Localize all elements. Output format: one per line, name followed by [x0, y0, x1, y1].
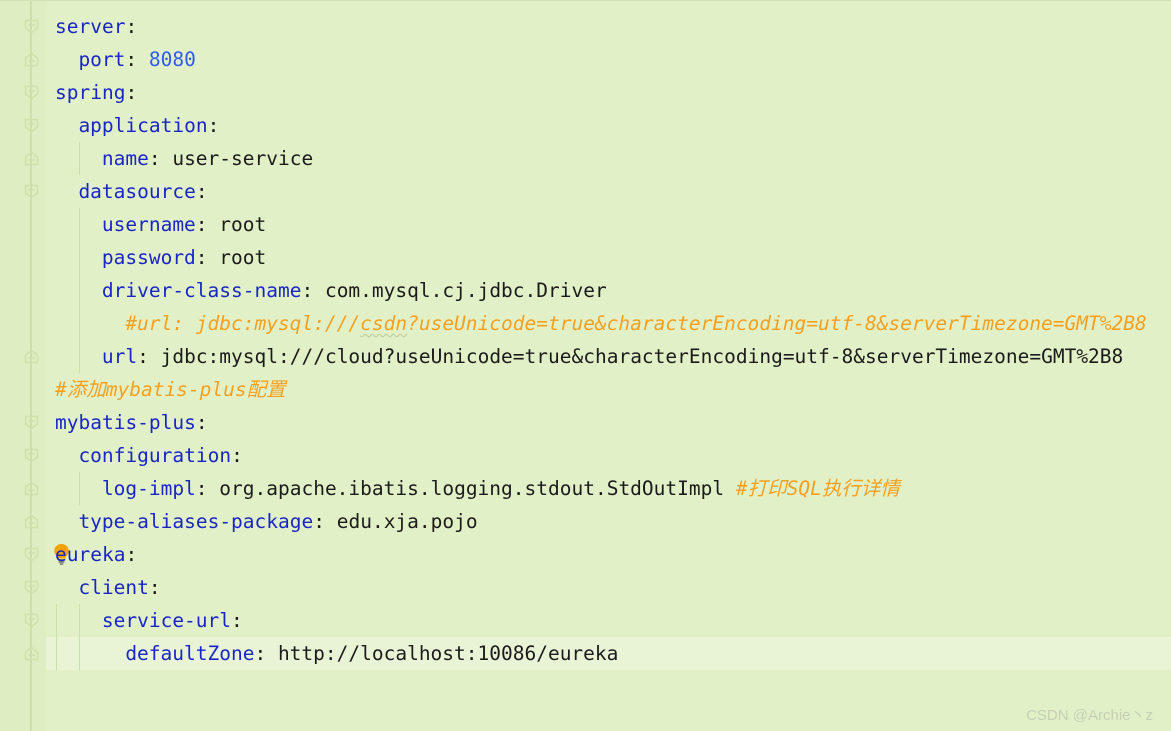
yaml-key: driver-class-name: [101, 279, 302, 302]
code-line[interactable]: eureka:: [55, 538, 137, 571]
code-line[interactable]: configuration:: [78, 439, 242, 472]
yaml-key: name: [101, 147, 149, 170]
editor-gutter[interactable]: [0, 1, 69, 731]
indent-guide: [79, 142, 81, 175]
yaml-key: configuration: [78, 444, 232, 467]
code-line[interactable]: password: root: [102, 241, 266, 274]
fold-collapse-icon[interactable]: [24, 448, 39, 463]
yaml-editor[interactable]: server: port: 8080 spring: application: name…: [0, 0, 1171, 731]
code-content[interactable]: server: port: 8080 spring: application: name…: [46, 1, 1171, 731]
yaml-separator: :: [148, 576, 161, 599]
yaml-key: spring: [55, 81, 126, 104]
yaml-separator: :: [125, 48, 149, 71]
yaml-separator: :: [301, 279, 325, 302]
yaml-separator: :: [254, 642, 278, 665]
yaml-key: url: [101, 345, 138, 368]
yaml-separator: :: [231, 609, 243, 632]
yaml-separator: :: [195, 213, 220, 236]
yaml-separator: :: [195, 180, 208, 203]
code-line[interactable]: mybatis-plus:: [55, 406, 208, 439]
code-line[interactable]: username: root: [102, 208, 266, 241]
code-line[interactable]: service-url:: [102, 604, 243, 637]
fold-collapse-icon[interactable]: [24, 184, 39, 199]
fold-end-icon[interactable]: [24, 481, 39, 496]
yaml-separator: :: [137, 345, 161, 368]
fold-end-icon[interactable]: [24, 514, 39, 529]
code-line[interactable]: driver-class-name: com.mysql.cj.jdbc.Dri…: [102, 274, 607, 307]
yaml-separator: :: [313, 510, 337, 533]
fold-end-icon[interactable]: [24, 52, 39, 67]
fold-collapse-icon[interactable]: [24, 415, 39, 430]
fold-end-icon[interactable]: [24, 349, 39, 364]
fold-collapse-icon[interactable]: [24, 118, 39, 133]
fold-collapse-icon[interactable]: [24, 19, 39, 34]
yaml-separator: :: [125, 15, 138, 38]
fold-end-icon[interactable]: [24, 646, 39, 661]
yaml-value: org.apache.ibatis.logging.stdout.StdOutI…: [219, 477, 725, 500]
yaml-value: com.mysql.cj.jdbc.Driver: [324, 279, 607, 302]
fold-collapse-icon[interactable]: [24, 613, 39, 628]
yaml-key: mybatis-plus: [55, 411, 196, 434]
code-line[interactable]: datasource:: [78, 175, 207, 208]
yaml-separator: :: [195, 411, 208, 434]
code-line[interactable]: client:: [78, 571, 160, 604]
code-line[interactable]: name: user-service: [102, 142, 313, 175]
indent-guide: [79, 208, 81, 373]
code-line[interactable]: application:: [78, 109, 219, 142]
comment-text: #url: jdbc:mysql:///csdn?useUnicode=true…: [125, 312, 1147, 335]
indent-guide: [79, 472, 81, 505]
yaml-value: root: [219, 213, 267, 236]
watermark: CSDN @Archie丶z: [1026, 707, 1153, 724]
comment-text: #添加mybatis-plus配置: [55, 378, 286, 401]
yaml-key: client: [78, 576, 149, 599]
yaml-separator: :: [231, 444, 243, 467]
fold-collapse-icon[interactable]: [24, 580, 39, 595]
spellcheck-typo: csdn: [360, 312, 408, 335]
yaml-separator: :: [125, 543, 138, 566]
yaml-value: jdbc:mysql:///cloud?useUnicode=true&char…: [160, 345, 1124, 368]
yaml-separator: :: [125, 81, 138, 104]
fold-collapse-icon[interactable]: [24, 85, 39, 100]
yaml-key: defaultZone: [125, 642, 255, 665]
code-line[interactable]: #添加mybatis-plus配置: [55, 373, 286, 406]
indent-guide: [56, 604, 57, 670]
code-line[interactable]: log-impl: org.apache.ibatis.logging.stdo…: [102, 472, 900, 505]
yaml-key: server: [55, 15, 126, 38]
code-line[interactable]: type-aliases-package: edu.xja.pojo: [78, 505, 477, 538]
yaml-key: username: [101, 213, 196, 236]
yaml-key: port: [78, 48, 126, 71]
indent-guide: [79, 604, 81, 670]
yaml-value: user-service: [172, 147, 314, 170]
yaml-key: datasource: [78, 180, 196, 203]
yaml-value: edu.xja.pojo: [336, 510, 478, 533]
yaml-key: eureka: [55, 543, 126, 566]
yaml-value: root: [219, 246, 267, 269]
yaml-separator: :: [195, 246, 220, 269]
code-line[interactable]: url: jdbc:mysql:///cloud?useUnicode=true…: [102, 340, 1123, 373]
yaml-value: http://localhost:10086/eureka: [277, 642, 619, 665]
fold-end-icon[interactable]: [24, 151, 39, 166]
fold-collapse-icon[interactable]: [24, 547, 39, 562]
yaml-separator: :: [207, 114, 220, 137]
code-line[interactable]: port: 8080: [78, 43, 195, 76]
yaml-key: log-impl: [101, 477, 196, 500]
code-line[interactable]: server:: [55, 10, 137, 43]
trailing-comment: #打印SQL执行详情: [735, 477, 900, 500]
yaml-key: service-url: [101, 609, 232, 632]
yaml-key: application: [78, 114, 208, 137]
code-line[interactable]: spring:: [55, 76, 137, 109]
yaml-separator: :: [148, 147, 173, 170]
code-line[interactable]: defaultZone: http://localhost:10086/eure…: [125, 637, 618, 670]
yaml-key: type-aliases-package: [78, 510, 314, 533]
yaml-key: password: [101, 246, 196, 269]
code-line[interactable]: #url: jdbc:mysql:///csdn?useUnicode=true…: [125, 307, 1146, 340]
yaml-value: 8080: [148, 48, 196, 71]
yaml-separator: :: [195, 477, 220, 500]
